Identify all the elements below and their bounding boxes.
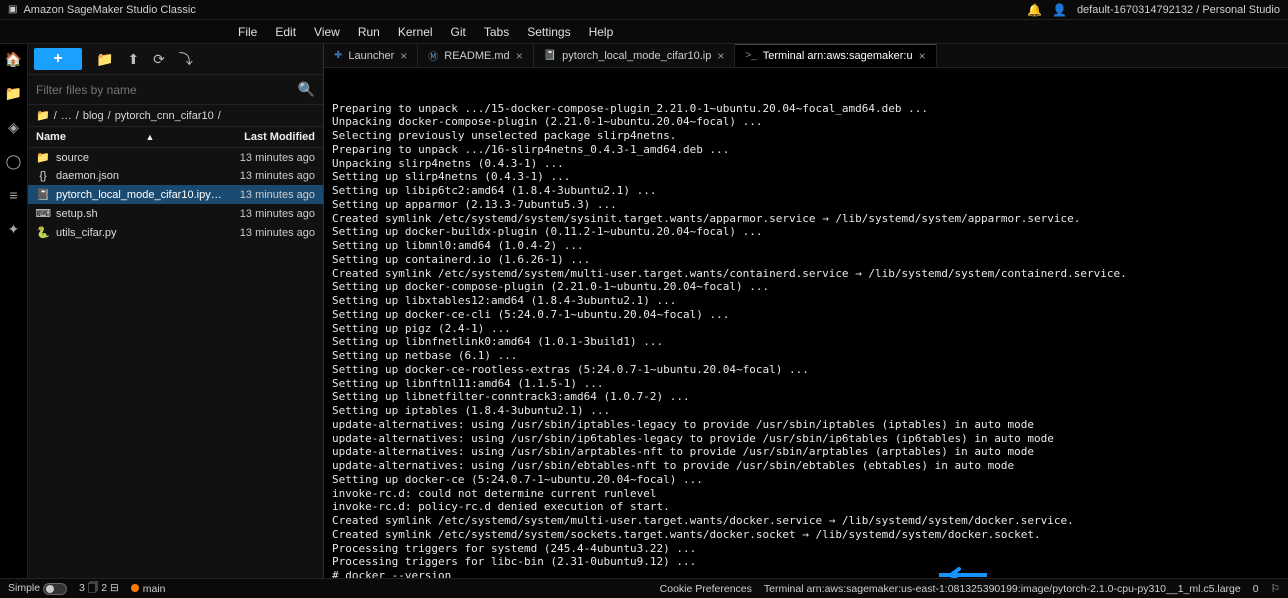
search-icon[interactable]: 🔍	[298, 81, 315, 98]
file-row[interactable]: 🐍 utils_cifar.py 13 minutes ago	[28, 223, 323, 242]
file-name: source	[56, 152, 89, 164]
filter-files-box: 🔍	[28, 75, 323, 105]
refresh-icon[interactable]: ⟳	[153, 51, 165, 68]
menu-file[interactable]: File	[238, 25, 257, 39]
status-number: 0	[1253, 583, 1259, 595]
menu-view[interactable]: View	[314, 25, 340, 39]
file-name: daemon.json	[56, 170, 119, 182]
file-type-icon: 📁	[36, 151, 50, 164]
cookie-preferences-link[interactable]: Cookie Preferences	[660, 583, 752, 595]
tab-notebook[interactable]: 📓 pytorch_local_mode_cifar10.ip ×	[534, 44, 736, 67]
window-title: Amazon SageMaker Studio Classic	[23, 4, 195, 16]
tab-terminal[interactable]: >_ Terminal arn:aws:sagemaker:u ×	[735, 44, 936, 67]
file-name: utils_cifar.py	[56, 227, 117, 239]
new-launcher-button[interactable]: +	[34, 48, 82, 70]
terminal-tab-icon: >_	[745, 50, 756, 61]
file-row[interactable]: {} daemon.json 13 minutes ago	[28, 167, 323, 185]
toc-icon[interactable]: ≡	[5, 186, 23, 204]
col-modified[interactable]: Last Modified	[244, 131, 315, 143]
terminal-output[interactable]: Preparing to unpack .../15-docker-compos…	[324, 68, 1288, 578]
close-tab-icon[interactable]: ×	[400, 49, 407, 63]
status-branch[interactable]: main	[131, 583, 166, 595]
file-toolbar: + 📁 ⬆ ⟳ ⤵	[28, 44, 323, 75]
tab-bar: ✚ Launcher × Ⓜ README.md × 📓 pytorch_local_mode…	[324, 44, 1288, 68]
file-name: setup.sh	[56, 208, 98, 220]
col-name[interactable]: Name	[36, 131, 66, 143]
tab-md[interactable]: Ⓜ README.md ×	[418, 44, 533, 67]
close-tab-icon[interactable]: ×	[717, 49, 724, 63]
menu-edit[interactable]: Edit	[275, 25, 296, 39]
status-bar: Simple 3 🗍 2 ⊟ main Cookie Preferences T…	[0, 578, 1288, 598]
close-tab-icon[interactable]: ×	[516, 49, 523, 63]
close-tab-icon[interactable]: ×	[919, 49, 926, 63]
file-name: pytorch_local_mode_cifar10.ipy…	[56, 189, 222, 201]
menu-run[interactable]: Run	[358, 25, 380, 39]
menu-kernel[interactable]: Kernel	[398, 25, 433, 39]
file-modified: 13 minutes ago	[232, 152, 315, 164]
filter-files-input[interactable]	[36, 83, 298, 97]
upload-icon[interactable]: ⬆	[127, 51, 139, 68]
git-pull-icon[interactable]: ⤵	[179, 49, 193, 69]
terminal-kernel-label[interactable]: Terminal arn:aws:sagemaker:us-east-1:081…	[764, 583, 1241, 595]
tab-label: Terminal arn:aws:sagemaker:u	[763, 50, 913, 62]
account-label[interactable]: default-1670314792132 / Personal Studio	[1077, 4, 1280, 16]
running-kernels-icon[interactable]: ◯	[5, 152, 23, 170]
file-type-icon: 📓	[36, 188, 50, 201]
menu-git[interactable]: Git	[451, 25, 466, 39]
notebook-tab-icon: 📓	[544, 50, 556, 61]
tab-launcher[interactable]: ✚ Launcher ×	[324, 44, 418, 67]
file-list-header[interactable]: Name ▲ Last Modified	[28, 127, 323, 148]
tab-label: README.md	[444, 50, 509, 62]
file-row[interactable]: ⌨ setup.sh 13 minutes ago	[28, 204, 323, 223]
menu-help[interactable]: Help	[589, 25, 614, 39]
status-counts[interactable]: 3 🗍 2 ⊟	[79, 580, 119, 598]
file-modified: 13 minutes ago	[232, 208, 315, 220]
file-modified: 13 minutes ago	[232, 227, 315, 239]
callout-arrow-icon	[886, 552, 934, 570]
terminal-text: Preparing to unpack .../15-docker-compos…	[332, 102, 1280, 579]
launcher-tab-icon: ✚	[334, 50, 342, 61]
mode-toggle[interactable]	[43, 583, 67, 595]
left-icon-rail: 🏠 📁 ◈ ◯ ≡ ✦	[0, 44, 28, 578]
menu-tabs[interactable]: Tabs	[484, 25, 509, 39]
file-browser-panel: + 📁 ⬆ ⟳ ⤵ 🔍 📁 / … / blog / pytorch_cnn_c…	[28, 44, 324, 578]
user-icon[interactable]: 👤	[1052, 3, 1067, 17]
breadcrumb-segment[interactable]: pytorch_cnn_cifar10	[115, 110, 214, 122]
status-bell-icon[interactable]: ⚐	[1271, 583, 1280, 595]
file-type-icon: 🐍	[36, 226, 50, 239]
editor-panel: ✚ Launcher × Ⓜ README.md × 📓 pytorch_local_mode…	[324, 44, 1288, 578]
folder-icon[interactable]: 📁	[5, 84, 23, 102]
file-list: 📁 source 13 minutes ago {} daemon.json 13 min…	[28, 148, 323, 578]
aws-logo-icon: ▣	[8, 4, 17, 15]
file-modified: 13 minutes ago	[232, 189, 315, 201]
menu-settings[interactable]: Settings	[527, 25, 570, 39]
file-row[interactable]: 📓 pytorch_local_mode_cifar10.ipy… 13 minut…	[28, 185, 323, 204]
breadcrumb-root-icon[interactable]: 📁	[36, 109, 50, 122]
menu-bar: File Edit View Run Kernel Git Tabs Setti…	[0, 20, 1288, 44]
breadcrumb[interactable]: 📁 / … / blog / pytorch_cnn_cifar10 /	[28, 105, 323, 127]
extensions-icon[interactable]: ✦	[5, 220, 23, 238]
new-folder-icon[interactable]: 📁	[96, 51, 113, 68]
tab-label: Launcher	[348, 50, 394, 62]
home-icon[interactable]: 🏠	[5, 50, 23, 68]
file-type-icon: ⌨	[36, 207, 50, 220]
title-bar: ▣ Amazon SageMaker Studio Classic 🔔 👤 de…	[0, 0, 1288, 20]
file-type-icon: {}	[36, 170, 50, 182]
md-tab-icon: Ⓜ	[428, 48, 438, 63]
notifications-icon[interactable]: 🔔	[1027, 3, 1042, 17]
status-mode[interactable]: Simple	[8, 582, 67, 594]
breadcrumb-ellipsis[interactable]: …	[61, 110, 72, 122]
git-icon[interactable]: ◈	[5, 118, 23, 136]
tab-label: pytorch_local_mode_cifar10.ip	[562, 50, 711, 62]
breadcrumb-segment[interactable]: blog	[83, 110, 104, 122]
file-modified: 13 minutes ago	[232, 170, 315, 182]
file-row[interactable]: 📁 source 13 minutes ago	[28, 148, 323, 167]
sort-caret-icon: ▲	[145, 132, 154, 142]
